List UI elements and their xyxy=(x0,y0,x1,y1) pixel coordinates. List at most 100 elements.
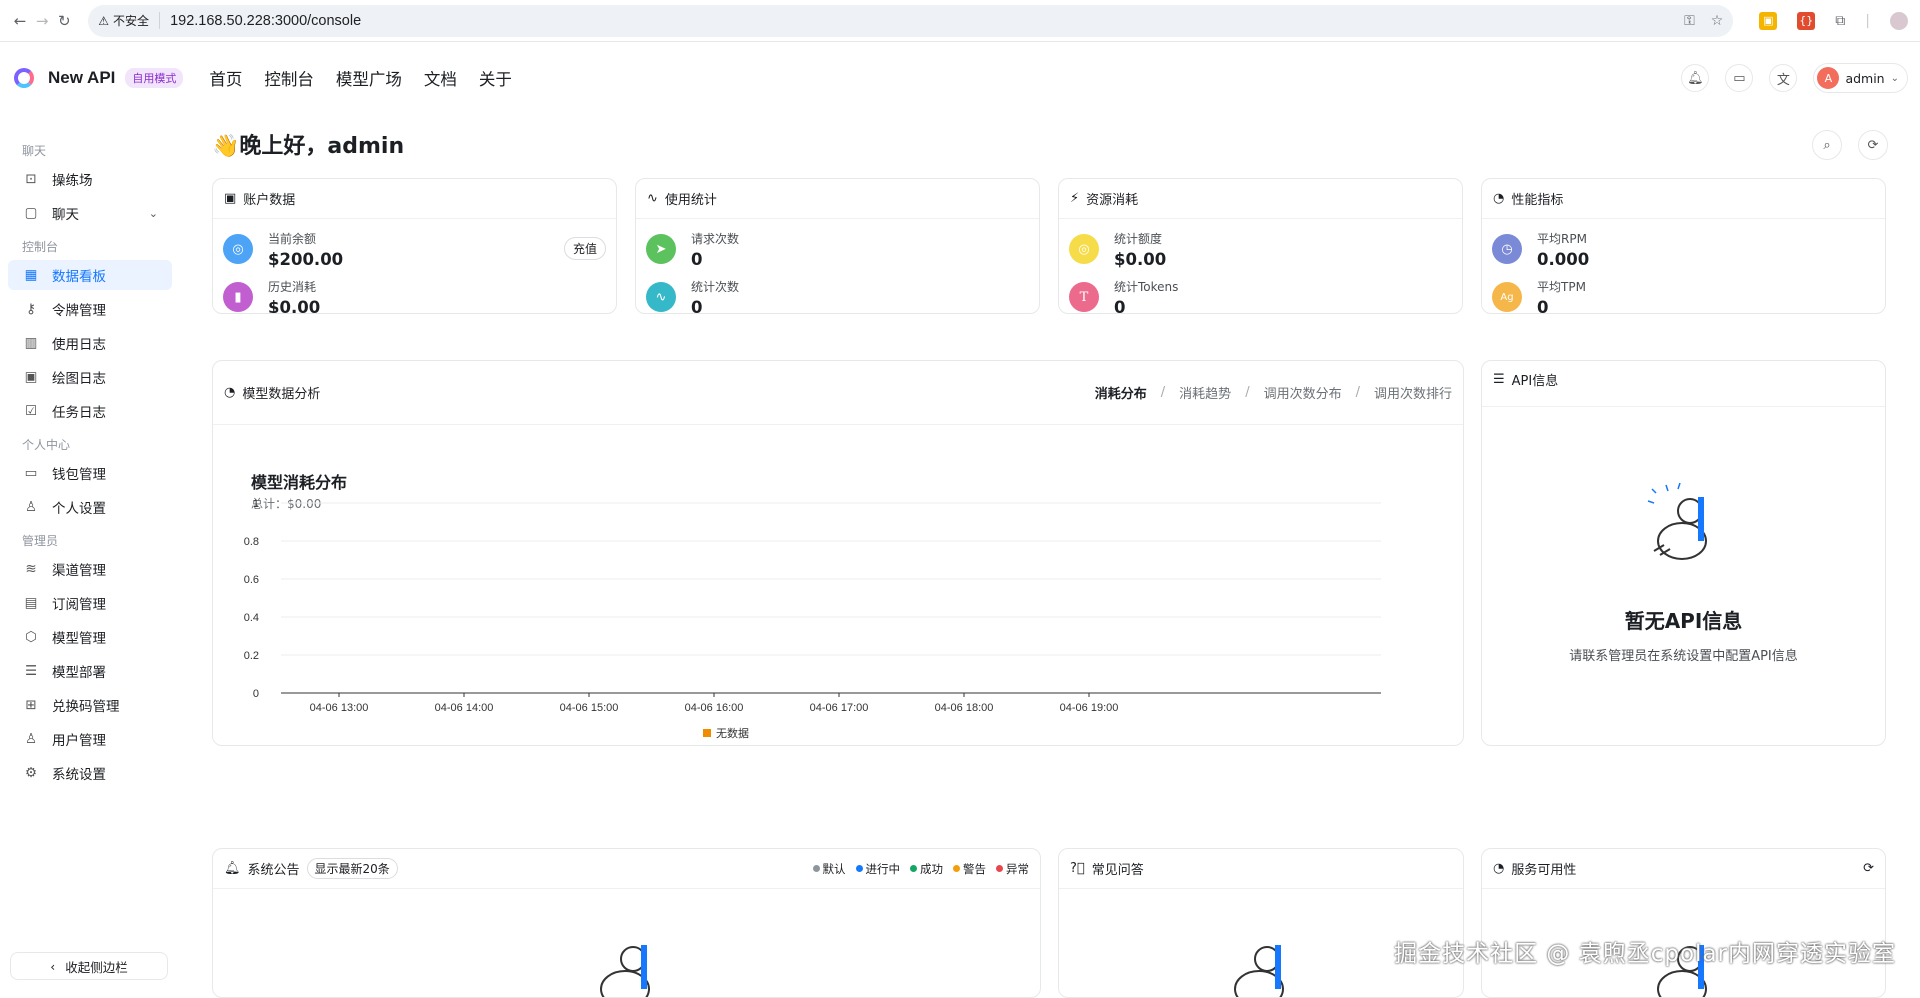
sidebar-item-tokens[interactable]: ⚷ 令牌管理 xyxy=(8,294,170,324)
x-tick-label: 04-06 17:00 xyxy=(810,702,869,714)
balance-value: $200.00 xyxy=(268,249,344,269)
star-icon[interactable]: ☆ xyxy=(1711,13,1724,29)
terminal-icon: ⊡ xyxy=(25,171,37,187)
sidebar-item-redeem-codes[interactable]: ⊞ 兑换码管理 xyxy=(8,690,170,720)
quota-value: $0.00 xyxy=(1114,249,1167,269)
tab-cost-trend[interactable]: 消耗趋势 xyxy=(1179,383,1231,402)
app-header: New API 自用模式 首页 控制台 模型广场 文档 关于 🔔︎ ▭ 文 A … xyxy=(0,42,1920,114)
sidebar-item-label: 个人设置 xyxy=(52,501,106,517)
stat-label: 统计额度 xyxy=(1114,231,1163,246)
sidebar-item-label: 使用日志 xyxy=(52,337,106,353)
tab-call-distribution[interactable]: 调用次数分布 xyxy=(1264,383,1342,402)
sidebar-item-playground[interactable]: ⊡ 操练场 xyxy=(8,164,170,194)
y-tick-label: 1 xyxy=(253,498,259,510)
sidebar-item-label: 任务日志 xyxy=(52,405,106,421)
extension-icon[interactable]: ▣ xyxy=(1759,11,1778,30)
tab-call-ranking[interactable]: 调用次数排行 xyxy=(1374,383,1452,402)
sidebar-item-drawing-log[interactable]: ▣ 绘图日志 xyxy=(8,362,170,392)
latest-chip[interactable]: 显示最新20条 xyxy=(306,858,398,879)
stat-label: 平均RPM xyxy=(1537,231,1587,246)
stat-label: 平均TPM xyxy=(1537,279,1586,294)
sidebar-item-profile[interactable]: ♙ 个人设置 xyxy=(8,492,170,522)
puzzle-icon[interactable]: ⧉ xyxy=(1835,13,1845,29)
sidebar-item-wallet[interactable]: ▭ 钱包管理 xyxy=(8,458,170,488)
sidebar-item-users[interactable]: ♙ 用户管理 xyxy=(8,724,170,754)
x-tick-label: 04-06 18:00 xyxy=(935,702,994,714)
sidebar-item-models[interactable]: ⬡ 模型管理 xyxy=(8,622,170,652)
refresh-icon[interactable]: ⟳ xyxy=(1858,130,1888,160)
y-tick-label: 0.8 xyxy=(244,536,259,548)
requests-value: 0 xyxy=(691,249,703,269)
sidebar-item-chat[interactable]: ▢ 聊天 ⌄ xyxy=(8,198,170,228)
tokens-value: 0 xyxy=(1114,297,1126,314)
nav-home[interactable]: 首页 xyxy=(209,66,242,90)
consumption-chart: 1 0.8 0.6 0.4 0.2 0 04-06 13:00 04-06 14:00 04-0… xyxy=(244,498,1381,740)
server-icon: ☰ xyxy=(24,663,38,679)
uptime-card: ◔ 服务可用性 ⟳ xyxy=(1481,848,1886,998)
chevron-down-icon[interactable]: ⌄ xyxy=(149,207,158,220)
username: admin xyxy=(1845,70,1885,86)
chevron-left-icon: ‹ xyxy=(50,958,56,974)
layers-icon: ≋ xyxy=(25,561,37,577)
sidebar-item-dashboard[interactable]: ▦ 数据看板 xyxy=(8,260,172,290)
nav-model-market[interactable]: 模型广场 xyxy=(336,66,402,90)
reload-icon[interactable]: ↻ xyxy=(56,7,72,35)
nav-about[interactable]: 关于 xyxy=(479,66,512,90)
key-icon[interactable]: ⚿ xyxy=(1684,13,1695,29)
back-icon[interactable]: ← xyxy=(12,7,28,35)
sidebar-item-channels[interactable]: ≋ 渠道管理 xyxy=(8,554,170,584)
user-menu[interactable]: A admin ⌄ xyxy=(1813,63,1908,93)
card-title: 常见问答 xyxy=(1091,863,1144,878)
collapse-sidebar-button[interactable]: ‹ 收起侧边栏 xyxy=(10,952,168,980)
sidebar-item-task-log[interactable]: ☑ 任务日志 xyxy=(8,396,170,426)
tab-separator: / xyxy=(1245,385,1250,400)
tpm-icon: Ag xyxy=(1492,282,1522,312)
translate-icon[interactable]: 文 xyxy=(1769,64,1798,92)
profile-icon[interactable] xyxy=(1890,11,1908,30)
card-title: 资源消耗 xyxy=(1086,193,1139,208)
card-title: 使用统计 xyxy=(664,193,717,208)
brand-name[interactable]: New API xyxy=(48,68,115,88)
sidebar-item-label: 聊天 xyxy=(52,207,79,223)
monitor-icon[interactable]: ▭ xyxy=(1725,64,1754,92)
chat-icon: ▢ xyxy=(24,205,38,221)
pie-chart-icon: ◔ xyxy=(224,385,236,400)
sidebar-item-settings[interactable]: ⚙ 系统设置 xyxy=(8,758,170,788)
count-value: 0 xyxy=(691,297,703,314)
address-bar[interactable]: ⚠ 不安全 192.168.50.228:3000/console ⚿ ☆ xyxy=(88,4,1734,37)
stat-label: 历史消耗 xyxy=(268,279,317,294)
sidebar-item-subscriptions[interactable]: ▤ 订阅管理 xyxy=(8,588,170,618)
x-tick-label: 04-06 14:00 xyxy=(435,702,494,714)
recharge-button[interactable]: 充值 xyxy=(563,237,606,260)
calendar-icon: ▤ xyxy=(24,595,38,611)
insecure-badge[interactable]: ⚠ 不安全 xyxy=(98,12,161,29)
forward-icon[interactable]: → xyxy=(34,7,50,35)
url-text[interactable]: 192.168.50.228:3000/console xyxy=(170,13,361,29)
sidebar-item-model-deploy[interactable]: ☰ 模型部署 xyxy=(8,656,170,686)
bell-icon: 🔔︎ xyxy=(224,861,241,876)
tab-cost-distribution[interactable]: 消耗分布 xyxy=(1095,383,1147,402)
user-icon: ♙ xyxy=(24,499,38,515)
refresh-icon[interactable]: ⟳ xyxy=(1863,861,1874,876)
legend-warning: 警告 xyxy=(953,861,986,877)
tab-separator: / xyxy=(1160,385,1166,400)
extension-icon[interactable]: {} xyxy=(1797,11,1816,30)
legend-swatch xyxy=(703,729,711,737)
sidebar-item-label: 钱包管理 xyxy=(52,467,106,483)
search-icon[interactable]: ⌕ xyxy=(1812,130,1842,160)
sidebar-item-usage-log[interactable]: ▥ 使用日志 xyxy=(8,328,170,358)
sidebar-section-title: 控制台 xyxy=(22,240,59,254)
y-tick-label: 0.2 xyxy=(244,650,259,662)
main-content: 👋晚上好，admin ⌕ ⟳ ▣ 账户数据 ◎ 当前余额 $200.00 充值 ▮ … xyxy=(212,114,1888,998)
empty-description: 请联系管理员在系统设置中配置API信息 xyxy=(1569,649,1798,664)
bell-icon[interactable]: 🔔︎ xyxy=(1681,64,1710,92)
activity-icon: ∿ xyxy=(647,191,658,206)
sidebar-item-label: 订阅管理 xyxy=(52,597,106,613)
cube-icon: ⬡ xyxy=(25,629,37,645)
card-title: 性能指标 xyxy=(1511,193,1564,208)
sidebar-item-label: 操练场 xyxy=(52,173,93,189)
gauge-icon: ◔ xyxy=(1493,191,1505,206)
nav-docs[interactable]: 文档 xyxy=(424,66,457,90)
nav-console[interactable]: 控制台 xyxy=(264,66,314,90)
logo-icon[interactable] xyxy=(14,68,34,88)
